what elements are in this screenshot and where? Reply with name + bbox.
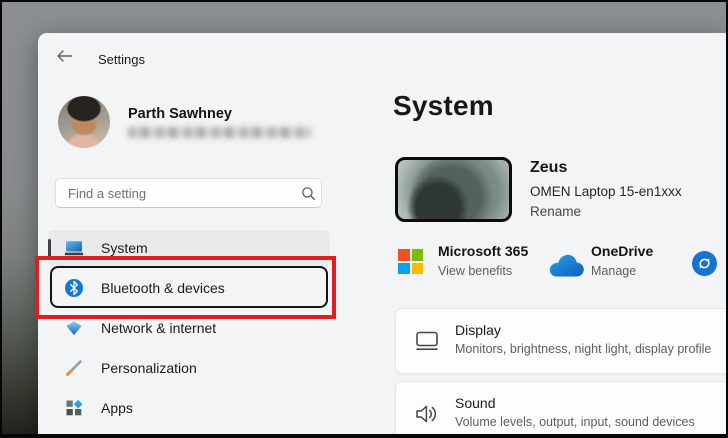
card-subtitle: Monitors, brightness, night light, displ… bbox=[455, 342, 712, 356]
manage-link[interactable]: Manage bbox=[591, 264, 636, 278]
device-thumbnail bbox=[395, 157, 512, 222]
sync-status-icon[interactable] bbox=[692, 251, 717, 276]
display-icon bbox=[411, 309, 443, 373]
card-title: Display bbox=[455, 322, 501, 338]
system-icon bbox=[64, 238, 84, 258]
sidebar-item-label: System bbox=[101, 240, 148, 256]
microsoft-logo bbox=[398, 249, 423, 274]
profile-name: Parth Sawhney bbox=[128, 106, 232, 122]
ms-logo-yellow-square bbox=[411, 262, 423, 274]
sidebar-item-label: Apps bbox=[101, 400, 133, 416]
view-benefits-link[interactable]: View benefits bbox=[438, 264, 512, 278]
device-model: OMEN Laptop 15-en1xxx bbox=[530, 184, 682, 199]
onedrive-icon bbox=[546, 252, 586, 279]
ms-logo-blue-square bbox=[398, 262, 410, 274]
apps-icon bbox=[64, 398, 84, 418]
personalization-icon bbox=[64, 358, 84, 378]
avatar bbox=[58, 96, 110, 148]
window-title: Settings bbox=[98, 52, 145, 67]
search-icon bbox=[295, 180, 321, 206]
display-settings-card[interactable]: Display Monitors, brightness, night ligh… bbox=[395, 308, 728, 374]
rename-button[interactable]: Rename bbox=[530, 204, 581, 219]
onedrive-title: OneDrive bbox=[591, 243, 654, 259]
sound-icon bbox=[411, 382, 443, 438]
search-input[interactable] bbox=[66, 184, 295, 202]
card-subtitle: Volume levels, output, input, sound devi… bbox=[455, 415, 695, 429]
sidebar-item-label: Network & internet bbox=[101, 320, 217, 336]
screenshot-root: Settings Parth Sawhney System bbox=[0, 0, 728, 438]
page-title: System bbox=[393, 90, 494, 121]
card-title: Sound bbox=[455, 395, 496, 411]
microsoft365-title: Microsoft 365 bbox=[438, 243, 529, 259]
network-icon bbox=[64, 318, 84, 338]
back-button[interactable] bbox=[55, 48, 75, 68]
ms-logo-red-square bbox=[398, 249, 410, 261]
ms-logo-green-square bbox=[411, 249, 423, 261]
search-box[interactable] bbox=[55, 178, 322, 208]
sound-settings-card[interactable]: Sound Volume levels, output, input, soun… bbox=[395, 381, 728, 438]
sidebar-item-apps[interactable]: Apps bbox=[48, 390, 330, 426]
profile-email-redacted-blur bbox=[128, 127, 311, 138]
back-arrow-icon bbox=[56, 49, 74, 68]
device-name: Zeus bbox=[530, 159, 568, 176]
red-annotation-box bbox=[35, 256, 336, 319]
sidebar-item-personalization[interactable]: Personalization bbox=[48, 350, 330, 386]
sidebar-item-label: Personalization bbox=[101, 360, 197, 376]
